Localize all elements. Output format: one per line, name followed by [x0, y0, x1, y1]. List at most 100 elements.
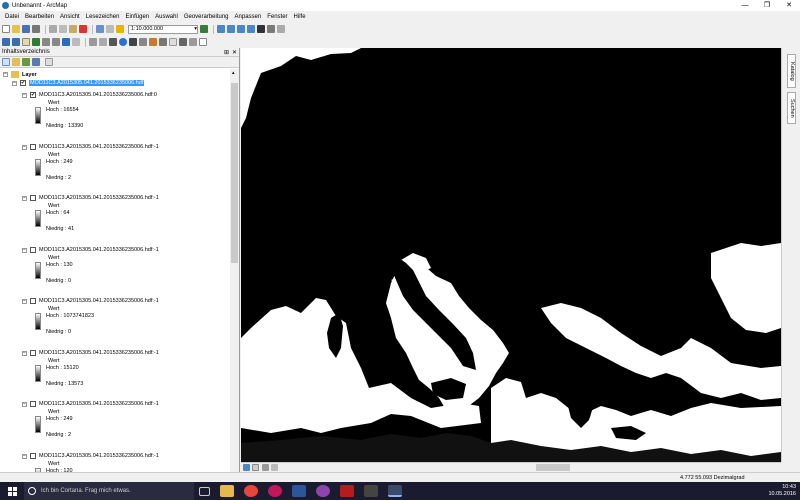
menu-windows[interactable]: Fenster	[267, 14, 287, 20]
layer-name[interactable]: MOD11C3.A2015305.041.2015336235006.hdf:-…	[39, 144, 159, 150]
minimize-button[interactable]: —	[734, 0, 756, 11]
menu-insert[interactable]: Einfügen	[125, 14, 149, 20]
menu-file[interactable]: Datei	[5, 14, 19, 20]
menu-view[interactable]: Ansicht	[60, 14, 80, 20]
layer-visibility-checkbox[interactable]	[30, 298, 36, 304]
layer-name[interactable]: MOD11C3.A2015305.041.2015336235006.hdf:0	[39, 92, 157, 98]
map-horizontal-scroll-thumb[interactable]	[536, 464, 570, 471]
acrobat-icon[interactable]	[340, 485, 354, 497]
toc-scrollbar[interactable]: ▴	[230, 69, 239, 472]
group-layer-label[interactable]: MOD11C3.A2015305.041.2015336235006.hdf	[29, 80, 145, 86]
editor-toolbar-icon[interactable]	[200, 25, 208, 33]
menu-selection[interactable]: Auswahl	[155, 14, 178, 20]
cortana-search-box[interactable]: Ich bin Cortana. Frag mich etwas.	[24, 482, 194, 500]
maximize-button[interactable]: ❐	[756, 0, 778, 11]
print-icon[interactable]	[32, 25, 40, 33]
menu-edit[interactable]: Bearbeiten	[25, 14, 54, 20]
html-popup-icon[interactable]	[179, 38, 187, 46]
menu-customize[interactable]: Anpassen	[235, 14, 262, 20]
redo-icon[interactable]	[106, 25, 114, 33]
cut-icon[interactable]	[49, 25, 57, 33]
file-explorer-icon[interactable]	[220, 485, 234, 497]
clear-selection-icon[interactable]	[99, 38, 107, 46]
collapse-icon[interactable]: −	[22, 144, 27, 150]
save-icon[interactable]	[22, 25, 30, 33]
layer-visibility-checkbox[interactable]	[30, 246, 36, 253]
toc-scroll-thumb[interactable]	[231, 83, 238, 263]
menu-bookmarks[interactable]: Lesezeichen	[86, 14, 120, 20]
layer-visibility-checkbox[interactable]: ✔	[30, 92, 36, 98]
viewer-window-icon[interactable]	[199, 38, 207, 46]
layer-visibility-checkbox[interactable]	[30, 195, 36, 201]
scroll-up-icon[interactable]: ▴	[232, 70, 235, 76]
back-extent-icon[interactable]	[62, 38, 70, 46]
collapse-icon[interactable]: −	[22, 453, 27, 459]
layer-visibility-checkbox[interactable]	[30, 401, 36, 407]
layout-view-icon[interactable]	[252, 464, 259, 471]
fixed-zoom-in-icon[interactable]	[42, 38, 50, 46]
data-view-icon[interactable]	[243, 464, 250, 471]
forward-extent-icon[interactable]	[72, 38, 80, 46]
select-features-icon[interactable]	[89, 38, 97, 46]
fixed-zoom-out-icon[interactable]	[52, 38, 60, 46]
app-purple-icon[interactable]	[316, 485, 330, 497]
collapse-icon[interactable]: −	[22, 247, 27, 253]
layer-name[interactable]: MOD11C3.A2015305.041.2015336235006.hdf:-…	[39, 350, 159, 356]
collapse-icon[interactable]: −	[3, 72, 8, 77]
collapse-icon[interactable]: −	[22, 402, 27, 407]
find-route-icon[interactable]	[139, 38, 147, 46]
pause-drawing-icon[interactable]	[271, 464, 278, 471]
list-by-selection-icon[interactable]	[32, 58, 40, 66]
catalog-window-icon[interactable]	[227, 25, 235, 33]
toc-close-icon[interactable]: ✕	[232, 49, 237, 56]
layer-name[interactable]: MOD11C3.A2015305.041.2015336235006.hdf:-…	[39, 453, 159, 459]
list-by-drawing-order-icon[interactable]	[2, 58, 10, 66]
layer-name[interactable]: MOD11C3.A2015305.041.2015336235006.hdf:-…	[39, 401, 159, 407]
refresh-icon[interactable]	[262, 464, 269, 471]
open-folder-icon[interactable]	[12, 25, 20, 33]
go-to-xy-icon[interactable]	[149, 38, 157, 46]
system-clock[interactable]: 10:43 10.05.2016	[768, 484, 796, 498]
list-by-visibility-icon[interactable]	[22, 58, 30, 66]
catalog-tab[interactable]: Katalog	[787, 54, 796, 88]
pinned-app-icon[interactable]	[364, 485, 378, 497]
chrome-icon[interactable]	[244, 485, 258, 497]
options-icon[interactable]	[45, 58, 53, 66]
collapse-icon[interactable]: −	[22, 350, 27, 356]
group-layer-checkbox[interactable]: ✔	[20, 80, 26, 86]
menu-help[interactable]: Hilfe	[294, 14, 306, 20]
hyperlink-icon[interactable]	[169, 38, 177, 46]
layer-visibility-checkbox[interactable]	[30, 452, 36, 459]
full-extent-icon[interactable]	[32, 38, 40, 46]
find-icon[interactable]	[129, 38, 137, 46]
layer-name[interactable]: MOD11C3.A2015305.041.2015336235006.hdf:-…	[39, 195, 159, 201]
menu-geoprocessing[interactable]: Geoverarbeitung	[184, 14, 229, 20]
app-red-circle-icon[interactable]	[268, 485, 282, 497]
zoom-in-icon[interactable]	[2, 38, 10, 46]
new-document-icon[interactable]	[2, 25, 10, 33]
modelbuilder-icon[interactable]	[267, 25, 275, 33]
delete-icon[interactable]	[79, 25, 87, 33]
zoom-out-icon[interactable]	[12, 38, 20, 46]
python-window-icon[interactable]	[257, 25, 265, 33]
collapse-icon[interactable]: −	[22, 299, 27, 304]
close-button[interactable]: ✕	[778, 0, 800, 11]
measure-icon[interactable]	[159, 38, 167, 46]
layer-name[interactable]: MOD11C3.A2015305.041.2015336235006.hdf:-…	[39, 298, 159, 304]
help-arrow-icon[interactable]	[277, 25, 285, 33]
search-window-icon[interactable]	[237, 25, 245, 33]
copy-icon[interactable]	[59, 25, 67, 33]
arcmap-taskbar-icon[interactable]	[388, 485, 402, 497]
layer-visibility-checkbox[interactable]	[30, 143, 36, 150]
undo-icon[interactable]	[96, 25, 104, 33]
data-frame-label[interactable]: Layer	[22, 72, 37, 78]
collapse-icon[interactable]: −	[22, 196, 27, 201]
arctoolbox-icon[interactable]	[247, 25, 255, 33]
list-by-source-icon[interactable]	[12, 58, 20, 66]
layer-name[interactable]: MOD11C3.A2015305.041.2015336235006.hdf:-…	[39, 247, 159, 253]
collapse-icon[interactable]: −	[12, 81, 17, 86]
layer-visibility-checkbox[interactable]	[30, 349, 36, 356]
add-data-icon[interactable]	[116, 25, 124, 33]
word-icon[interactable]	[292, 485, 306, 497]
pan-icon[interactable]	[22, 38, 30, 46]
